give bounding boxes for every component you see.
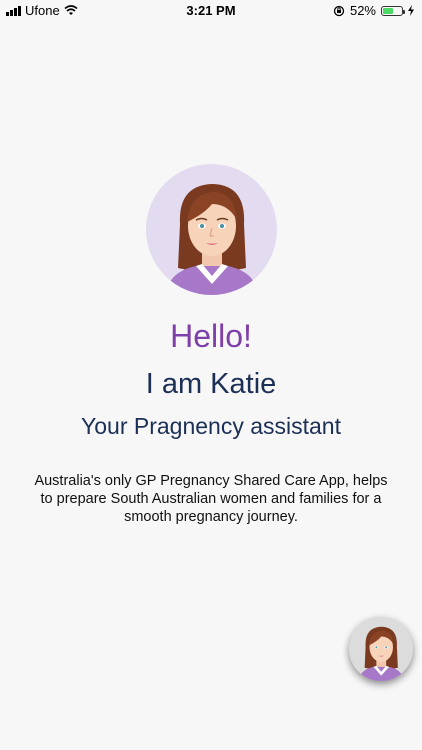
status-bar: Ufone 3:21 PM 52%	[0, 0, 422, 22]
chat-assistant-button[interactable]	[349, 617, 413, 681]
rotation-lock-icon	[333, 5, 345, 16]
assistant-intro: I am Katie	[145, 368, 277, 400]
greeting-heading: Hello!	[170, 318, 252, 354]
charging-icon	[408, 5, 414, 16]
assistant-subtitle: Your Pragnency assistant	[81, 413, 341, 439]
assistant-avatar	[146, 164, 277, 295]
battery-percent: 52%	[349, 3, 376, 18]
battery-icon	[381, 5, 405, 16]
status-right: 52%	[333, 3, 414, 18]
assistant-avatar-icon	[358, 626, 404, 681]
app-description: Australia's only GP Pregnancy Shared Car…	[34, 473, 388, 525]
